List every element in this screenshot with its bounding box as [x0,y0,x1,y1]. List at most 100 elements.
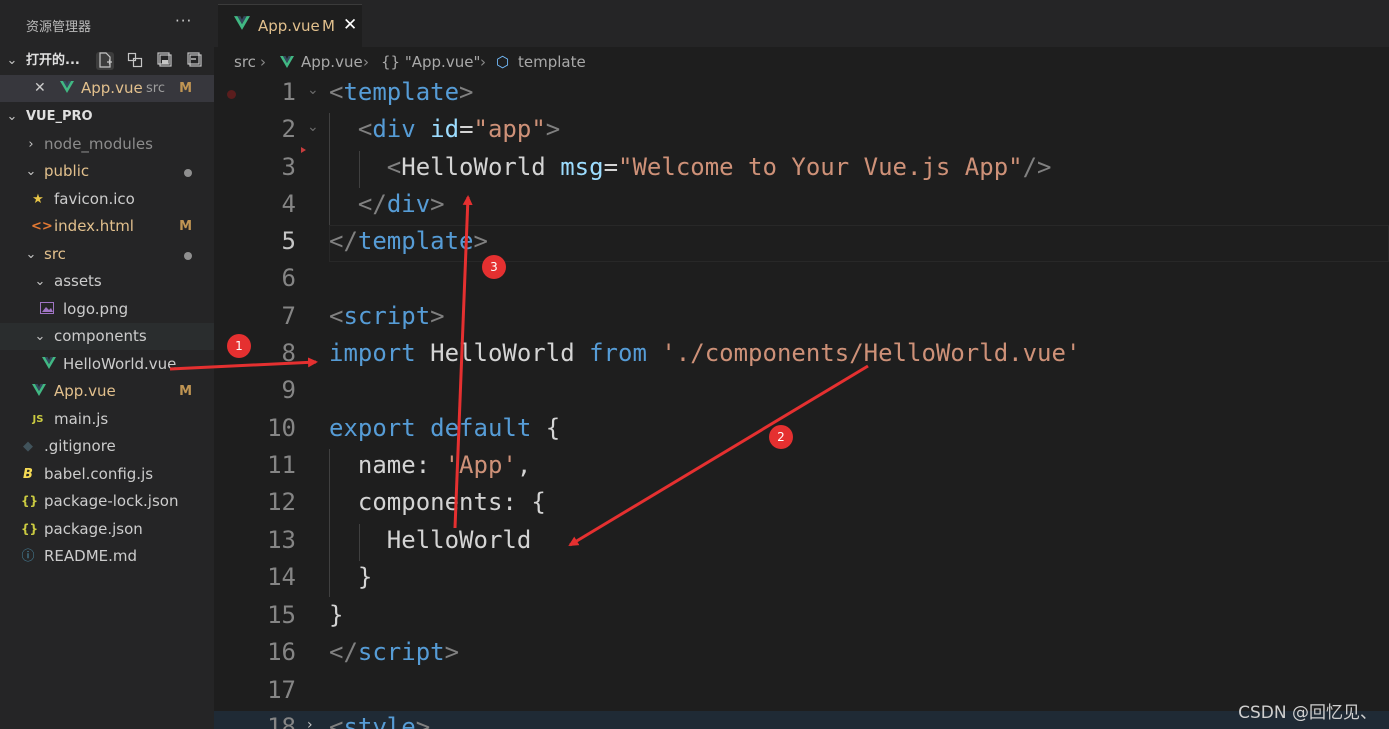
token: > [430,190,445,218]
token: template [357,227,474,255]
token: id [430,115,460,143]
chevron-right-icon: › [260,53,266,71]
open-editor-filename: App.vue [81,79,143,97]
line-number: 3 [281,153,296,181]
editor-tab-bar: App.vue M ✕ [214,0,1389,48]
tree-item-node-modules[interactable]: › node_modules [0,131,214,158]
tree-item-label: babel.config.js [44,465,154,483]
line-number: 10 [267,414,296,442]
code-line-5: 5 </template> [214,225,1389,262]
close-icon[interactable]: ✕ [34,75,46,102]
tree-item-logo[interactable]: logo.png [0,296,214,323]
tree-item-public[interactable]: ⌄ public [0,158,214,185]
token: > [473,227,488,255]
annotation-badge-2: 2 [769,425,793,449]
tab-label: App.vue [258,17,320,35]
breadcrumb-module[interactable]: {} "App.vue" [381,50,480,74]
tree-item-favicon[interactable]: ★ favicon.ico [0,186,214,213]
tree-item-label: App.vue [54,382,116,400]
project-header[interactable]: ⌄ VUE_PRO [0,103,214,130]
line-number: 11 [267,451,296,479]
tree-item-index-html[interactable]: <> index.html M [0,213,214,240]
open-editors-label: 打开的... [26,53,80,68]
tree-item-label: node_modules [44,135,153,153]
git-icon: ◆ [23,439,33,454]
vue-icon [280,50,294,74]
chevron-down-icon[interactable]: ⌄ [307,82,319,98]
tree-item-gitignore[interactable]: ◆ .gitignore [0,433,214,460]
token: < [357,115,373,143]
tree-item-label: public [44,162,90,180]
token: div [372,115,416,143]
code-line-6: 6 [214,262,1389,299]
token: './components/HelloWorld.vue' [661,339,1081,367]
tree-item-src[interactable]: ⌄ src [0,241,214,268]
token: > [545,115,561,143]
code-editor[interactable]: 1 ⌄ <template> 2 ⌄ <div id="app"> 3 <Hel… [214,76,1389,729]
tree-item-main-js[interactable]: JS main.js [0,406,214,433]
code-line-9: 9 [214,374,1389,411]
token: /> [1022,153,1052,181]
line-number: 15 [267,601,296,629]
code-line-17: 17 [214,674,1389,711]
tree-item-app-vue[interactable]: App.vue M [0,378,214,405]
breadcrumb-template[interactable]: template [518,50,586,74]
explorer-sidebar: 资源管理器 ··· ⌄ 打开的... ✕ App.vue src M ⌄ VUE… [0,0,214,729]
close-icon[interactable]: ✕ [343,15,357,35]
collapse-all-icon[interactable] [186,52,204,70]
modified-badge: M [322,17,335,35]
open-editor-item[interactable]: ✕ App.vue src M [0,75,214,102]
tree-item-helloworld[interactable]: HelloWorld.vue [0,351,214,378]
token: style [343,713,416,729]
line-number: 16 [267,638,296,666]
code-line-4: 4 </div> [214,188,1389,225]
token: "Welcome to Your Vue.js App" [618,153,1023,181]
tree-item-label: .gitignore [44,437,116,455]
token: > [459,78,474,106]
code-line-13: 13 HelloWorld [214,524,1389,561]
html-icon: <> [31,219,53,234]
line-number: 2 [281,115,296,143]
line-number: 8 [281,339,296,367]
code-line-12: 12 components: { [214,486,1389,523]
chevron-right-icon: › [480,53,486,71]
chevron-down-icon[interactable]: ⌄ [307,119,319,135]
tree-item-components[interactable]: ⌄ components [0,323,214,350]
new-file-icon[interactable] [96,52,114,70]
tree-item-babel-config[interactable]: B babel.config.js [0,461,214,488]
status-dot [184,252,192,260]
chevron-right-icon: › [363,53,369,71]
tree-item-label: assets [54,272,102,290]
tree-item-package-lock[interactable]: {} package-lock.json [0,488,214,515]
more-actions-icon[interactable]: ··· [175,12,192,30]
tree-item-assets[interactable]: ⌄ assets [0,268,214,295]
json-icon: {} [21,522,39,536]
code-line-11: 11 name: 'App', [214,449,1389,486]
line-number: 4 [281,190,296,218]
token: < [329,713,344,729]
save-all-icon[interactable] [156,52,174,70]
token: default [430,414,532,442]
tree-item-readme[interactable]: ⓘ README.md [0,543,214,570]
tree-item-package-json[interactable]: {} package.json [0,516,214,543]
babel-icon: B [23,467,33,482]
token: < [386,153,402,181]
code-line-16: 16 </script> [214,636,1389,673]
line-number: 5 [281,227,296,255]
token: script [357,638,445,666]
tree-item-label: logo.png [63,300,129,318]
tree-item-label: index.html [54,217,134,235]
breadcrumb-src[interactable]: src [234,50,256,74]
line-number: 7 [281,302,296,330]
breadcrumb-file[interactable]: App.vue [301,50,363,74]
new-folder-icon[interactable] [126,52,144,70]
token: > [430,302,445,330]
token: { [545,414,561,442]
tab-app-vue[interactable]: App.vue M ✕ [218,4,362,48]
token: export [329,414,416,442]
token: < [329,302,344,330]
chevron-right-icon[interactable]: › [307,717,313,729]
status-dot [184,169,192,177]
token: = [603,153,619,181]
chevron-down-icon: ⌄ [6,109,18,124]
